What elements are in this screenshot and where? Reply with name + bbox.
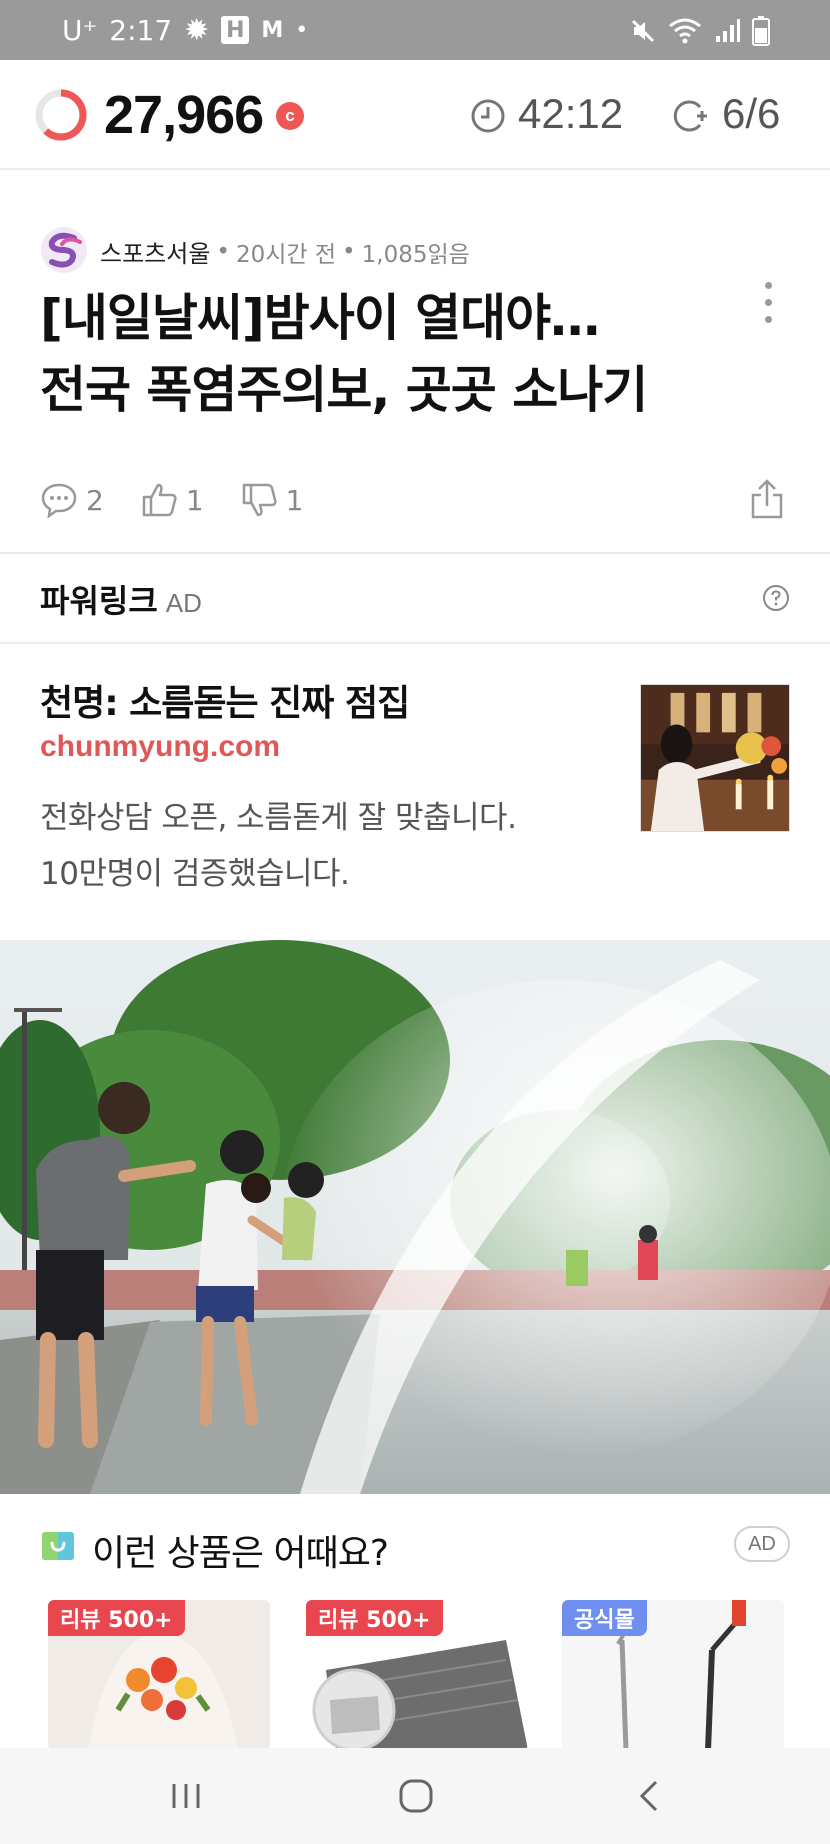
reward-progress-count: 6/6: [722, 90, 781, 137]
recents-icon[interactable]: [166, 1776, 206, 1816]
dislike-button[interactable]: 1: [240, 481, 304, 519]
ad-title-link[interactable]: 천명: 소름돋는 진짜 점집: [40, 674, 410, 726]
more-notifications-dot: •: [295, 17, 309, 43]
reward-bar: 27,966 c 42:12 6/6: [0, 60, 830, 170]
article-headline: [내일날씨]밤사이 열대야… 전국 폭염주의보, 곳곳 소나기: [40, 282, 740, 426]
product-card[interactable]: 공식몰: [562, 1600, 784, 1750]
product-tag: 공식몰: [562, 1600, 647, 1636]
system-nav-bar: [0, 1748, 830, 1844]
time-ago: 20시간 전: [235, 241, 337, 268]
product-card[interactable]: 리뷰 500+: [306, 1600, 528, 1750]
section-divider: [0, 552, 830, 554]
status-left: U⁺ 2:17 ✹ H M •: [62, 10, 308, 50]
h-badge-icon: H: [221, 16, 250, 44]
mute-icon: [631, 19, 655, 43]
powerlink-header: 파워링크 AD: [40, 576, 202, 622]
share-icon[interactable]: [748, 478, 786, 520]
clock: 2:17: [109, 13, 173, 47]
comment-count: 2: [86, 483, 104, 517]
comment-icon: [41, 483, 77, 519]
like-button[interactable]: 1: [140, 481, 204, 519]
ad-description[interactable]: 전화상담 오픈, 소름돋게 잘 맞춥니다. 10만명이 검증했습니다.: [40, 790, 620, 902]
product-tag: 리뷰 500+: [306, 1600, 443, 1636]
ad-description-line-1: 전화상담 오픈, 소름돋게 잘 맞춥니다.: [40, 800, 517, 836]
read-count: 1,085읽음: [361, 241, 470, 268]
product-tag: 리뷰 500+: [48, 1600, 185, 1636]
source-name[interactable]: 스포츠서울: [100, 234, 210, 269]
help-icon[interactable]: [762, 584, 790, 612]
product-card[interactable]: 리뷰 500+: [48, 1600, 270, 1750]
status-right: [630, 14, 770, 48]
coin-badge-icon: c: [276, 102, 304, 130]
reaction-bar: 2 1 1: [40, 476, 339, 524]
meta-separator: •: [342, 238, 356, 265]
ad-url-link[interactable]: chunmyung.com: [40, 730, 280, 764]
wifi-icon: [669, 18, 701, 44]
carrier-label: U⁺: [62, 13, 98, 47]
section-divider: [0, 642, 830, 644]
clock-icon: [471, 99, 505, 133]
powerlink-ad-label: AD: [165, 588, 202, 618]
ad-thumbnail-image[interactable]: [640, 684, 790, 832]
article-photo[interactable]: [0, 940, 830, 1494]
shopping-bag-icon: [42, 1532, 74, 1560]
gear-icon: ✹: [184, 12, 210, 48]
points-balance: 27,966: [104, 85, 264, 145]
article-meta: 스포츠서울 • 20시간 전 • 1,085읽음: [100, 234, 470, 269]
recommend-ad-badge[interactable]: AD: [734, 1526, 790, 1562]
source-logo-icon[interactable]: [40, 226, 88, 274]
reading-timer: 42:12: [518, 90, 624, 137]
more-options-icon[interactable]: [760, 282, 776, 332]
dislike-count: 1: [285, 483, 304, 517]
thumbs-up-icon: [142, 483, 177, 517]
like-count: 1: [185, 483, 204, 517]
comment-button[interactable]: 2: [40, 481, 104, 519]
status-bar: U⁺ 2:17 ✹ H M •: [0, 0, 830, 60]
recommend-title: 이런 상품은 어때요?: [92, 1533, 389, 1574]
signal-icon: [716, 19, 740, 42]
powerlink-title: 파워링크: [40, 582, 158, 620]
battery-icon: [752, 16, 770, 46]
headline-line-1: [내일날씨]밤사이 열대야…: [40, 289, 600, 347]
back-icon[interactable]: [630, 1776, 670, 1816]
thumbs-down-icon: [242, 483, 277, 517]
m-notification-icon: M: [261, 17, 284, 43]
ad-description-line-2: 10만명이 검증했습니다.: [40, 856, 350, 892]
coin-plus-icon: [673, 100, 707, 132]
headline-line-2: 전국 폭염주의보, 곳곳 소나기: [40, 361, 648, 419]
reward-progress-ring-icon: [35, 89, 87, 141]
home-icon[interactable]: [396, 1776, 436, 1816]
meta-separator: •: [216, 238, 230, 265]
